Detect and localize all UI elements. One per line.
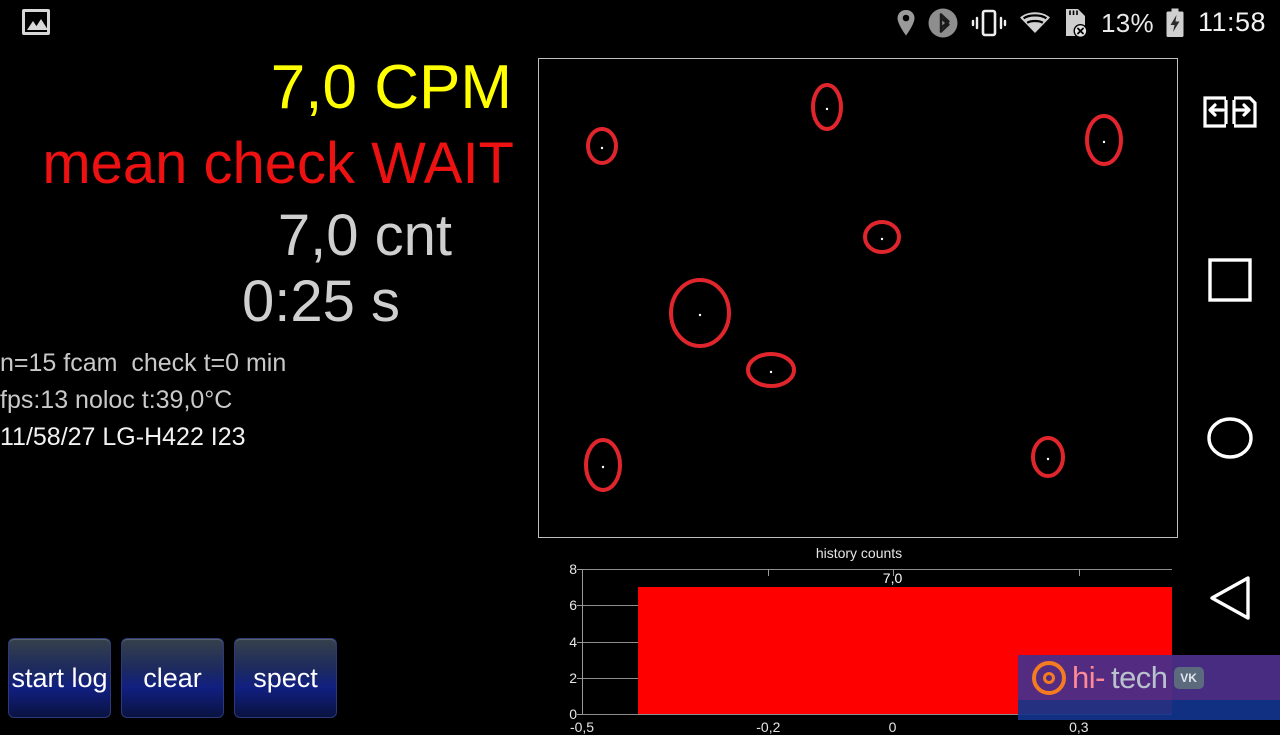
wifi-icon bbox=[1019, 10, 1051, 36]
chart-ytick-label: 8 bbox=[569, 561, 577, 577]
detection-marker bbox=[811, 83, 843, 131]
vibrate-icon bbox=[970, 8, 1008, 38]
home-circle-icon[interactable] bbox=[1180, 415, 1280, 461]
info-line-2: fps:13 noloc t:39,0°C bbox=[0, 386, 233, 414]
readout-panel: 7,0 CPM mean check WAIT 7,0 cnt 0:25 s n… bbox=[0, 45, 530, 720]
battery-percent-label: 13% bbox=[1100, 7, 1154, 38]
detection-centroid bbox=[698, 313, 702, 317]
recents-square-icon[interactable] bbox=[1180, 257, 1280, 303]
detection-marker bbox=[746, 352, 796, 388]
detection-centroid bbox=[825, 107, 829, 111]
watermark-hi: hi- bbox=[1072, 659, 1105, 695]
chart-gridline bbox=[582, 569, 1172, 570]
watermark: hi- tech VK bbox=[1018, 655, 1280, 720]
detection-centroid bbox=[880, 237, 884, 241]
status-readout: mean check WAIT bbox=[42, 131, 514, 196]
chart-ytick-label: 2 bbox=[569, 669, 577, 686]
detection-marker bbox=[586, 127, 618, 165]
status-bar-icons: 13% 11:58 bbox=[896, 0, 1266, 45]
chart-xtick-label: -0,5 bbox=[569, 719, 595, 735]
sdcard-error-icon bbox=[1062, 7, 1090, 39]
detection-centroid bbox=[600, 146, 604, 150]
detection-marker bbox=[584, 438, 622, 492]
chart-xtick-mark bbox=[1078, 569, 1080, 576]
camera-preview[interactable] bbox=[538, 58, 1178, 538]
chart-title: history counts bbox=[815, 545, 903, 561]
elapsed-readout: 0:25 s bbox=[242, 269, 400, 334]
detection-centroid bbox=[1046, 457, 1050, 461]
gallery-image-icon[interactable] bbox=[22, 9, 50, 35]
chart-xtick-mark bbox=[768, 569, 770, 576]
info-line-3: 11/58/27 LG-H422 I23 bbox=[0, 423, 246, 451]
detection-centroid bbox=[1102, 140, 1106, 144]
chart-xtick-label: -0,2 bbox=[756, 719, 781, 735]
battery-charging-icon bbox=[1165, 8, 1185, 38]
detection-overlay bbox=[584, 83, 1123, 492]
detection-marker bbox=[1031, 436, 1065, 478]
watermark-tech: tech bbox=[1110, 659, 1168, 695]
detection-marker bbox=[669, 278, 731, 348]
detection-marker bbox=[1085, 114, 1123, 166]
clear-button[interactable]: clear bbox=[121, 638, 224, 718]
button-row: start log clear spect bbox=[8, 638, 337, 718]
location-pin-icon bbox=[896, 9, 916, 37]
at-sign-icon bbox=[1032, 660, 1066, 695]
info-block: n=15 fcam check t=0 min fps:13 noloc t:3… bbox=[0, 345, 530, 456]
chart-xtick-mark bbox=[892, 569, 894, 576]
cpm-readout: 7,0 CPM bbox=[270, 53, 512, 122]
spect-button[interactable]: spect bbox=[234, 638, 337, 718]
detection-marker bbox=[863, 220, 901, 254]
status-bar: 13% 11:58 bbox=[0, 0, 1280, 45]
chart-ytick-label: 4 bbox=[569, 633, 577, 650]
chart-xtick-label: 0,3 bbox=[1069, 719, 1089, 735]
chart-xtick-label: 0 bbox=[888, 719, 897, 735]
vk-icon: VK bbox=[1173, 666, 1204, 689]
bluetooth-icon bbox=[927, 7, 959, 39]
chart-ytick-label: 6 bbox=[569, 597, 577, 614]
detection-centroid bbox=[601, 465, 605, 469]
status-clock: 11:58 bbox=[1197, 7, 1266, 37]
phone-screen: 13% 11:58 7,0 CPM mean check WAIT 7,0 cn… bbox=[0, 0, 1280, 735]
start-log-button[interactable]: start log bbox=[8, 638, 111, 718]
detection-centroid bbox=[769, 370, 773, 374]
count-readout: 7,0 cnt bbox=[277, 203, 452, 268]
info-line-1: n=15 fcam check t=0 min bbox=[0, 349, 287, 377]
back-triangle-icon[interactable] bbox=[1180, 572, 1280, 624]
navigation-bar bbox=[1180, 45, 1280, 720]
chart-y-axis bbox=[582, 569, 583, 714]
dual-window-swap-icon[interactable] bbox=[1180, 90, 1280, 134]
